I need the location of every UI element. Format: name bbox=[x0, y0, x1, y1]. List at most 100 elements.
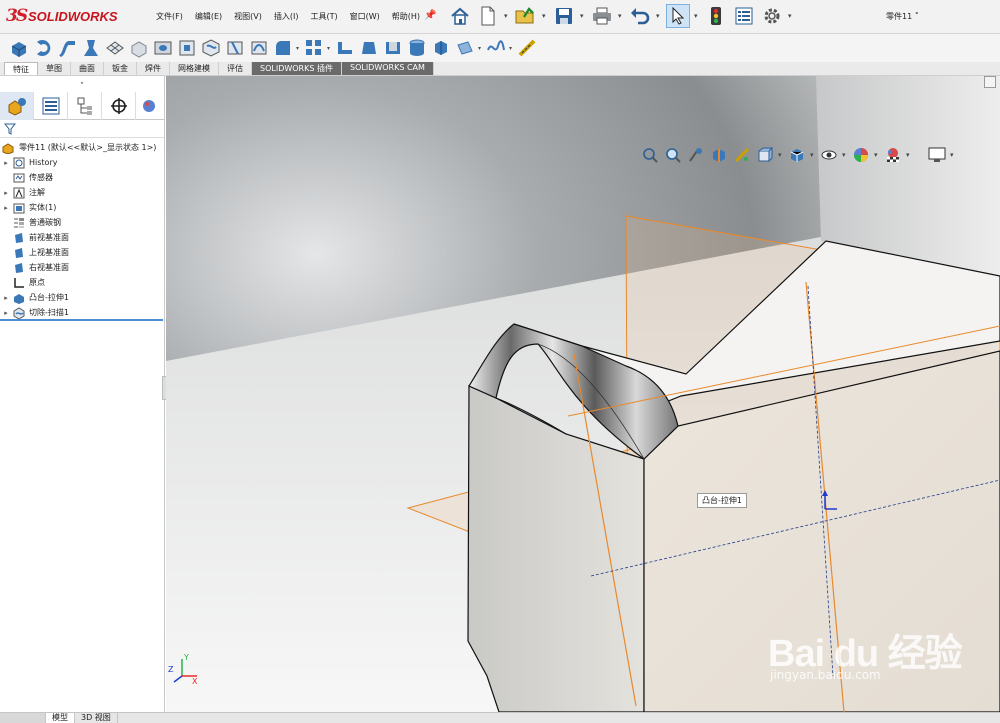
tab-model[interactable]: 模型 bbox=[46, 713, 75, 723]
menu-edit[interactable]: 编辑(E) bbox=[189, 11, 228, 22]
expand-arrow-icon[interactable]: ▸ bbox=[0, 189, 12, 197]
menu-insert[interactable]: 插入(I) bbox=[268, 11, 305, 22]
apply-scene-icon[interactable] bbox=[883, 146, 903, 164]
boundary-cut-icon[interactable] bbox=[248, 37, 270, 59]
curves-icon[interactable] bbox=[485, 37, 507, 59]
tab-surfaces[interactable]: 曲面 bbox=[71, 62, 104, 75]
expand-arrow-icon[interactable]: ▸ bbox=[0, 309, 12, 317]
rib-icon[interactable] bbox=[334, 37, 356, 59]
panel-grip[interactable]: • bbox=[0, 76, 164, 92]
intersect-icon[interactable] bbox=[430, 37, 452, 59]
zoom-area-icon[interactable] bbox=[663, 146, 683, 164]
pattern-dropdown-icon[interactable]: ▾ bbox=[327, 45, 332, 52]
view-settings-icon[interactable] bbox=[927, 146, 947, 164]
orientation-dropdown-icon[interactable]: ▾ bbox=[778, 151, 784, 159]
select-dropdown-icon[interactable]: ▾ bbox=[694, 12, 700, 20]
revolved-boss-icon[interactable] bbox=[32, 37, 54, 59]
reference-dropdown-icon[interactable]: ▾ bbox=[478, 45, 483, 52]
edit-appearance-icon[interactable] bbox=[851, 146, 871, 164]
hide-show-dropdown-icon[interactable]: ▾ bbox=[842, 151, 848, 159]
save-icon[interactable] bbox=[552, 4, 576, 28]
menu-tools[interactable]: 工具(T) bbox=[304, 11, 343, 22]
revolved-cut-icon[interactable] bbox=[176, 37, 198, 59]
previous-view-icon[interactable] bbox=[686, 146, 706, 164]
tree-item-front-plane[interactable]: 前视基准面 bbox=[0, 230, 164, 245]
shell-icon[interactable] bbox=[382, 37, 404, 59]
tab-cam[interactable]: SOLIDWORKS CAM bbox=[341, 62, 434, 75]
view-orientation-icon[interactable] bbox=[755, 146, 775, 164]
tree-item-material[interactable]: 普通碳钢 bbox=[0, 215, 164, 230]
tab-sheet-metal[interactable]: 钣金 bbox=[104, 62, 137, 75]
lofted-cut-icon[interactable] bbox=[224, 37, 246, 59]
tab-weldments[interactable]: 焊件 bbox=[137, 62, 170, 75]
section-view-icon[interactable] bbox=[709, 146, 729, 164]
menu-help[interactable]: 帮助(H) bbox=[386, 11, 426, 22]
print-dropdown-icon[interactable]: ▾ bbox=[618, 12, 624, 20]
hole-wizard-icon[interactable] bbox=[152, 37, 174, 59]
hide-show-icon[interactable] bbox=[819, 146, 839, 164]
new-document-icon[interactable] bbox=[476, 4, 500, 28]
instant3d-icon[interactable] bbox=[516, 37, 538, 59]
document-name[interactable]: 零件11 ˚ bbox=[886, 11, 919, 22]
tree-item-cut-sweep[interactable]: ▸ 切除-扫描1 bbox=[0, 305, 164, 320]
reference-geometry-icon[interactable] bbox=[454, 37, 476, 59]
undo-dropdown-icon[interactable]: ▾ bbox=[656, 12, 662, 20]
view-settings-dropdown-icon[interactable]: ▾ bbox=[950, 151, 956, 159]
zoom-to-fit-icon[interactable] bbox=[640, 146, 660, 164]
filter-icon[interactable] bbox=[4, 123, 16, 135]
feature-manager-icon[interactable] bbox=[0, 92, 34, 120]
tree-item-annotations[interactable]: ▸ 注解 bbox=[0, 185, 164, 200]
save-dropdown-icon[interactable]: ▾ bbox=[580, 12, 586, 20]
tab-sketch[interactable]: 草图 bbox=[38, 62, 71, 75]
expand-arrow-icon[interactable]: ▸ bbox=[0, 294, 12, 302]
pin-menu-icon[interactable]: 📌 bbox=[424, 10, 436, 21]
appearance-dropdown-icon[interactable]: ▾ bbox=[874, 151, 880, 159]
solidworks-logo[interactable]: 3S SOLIDWORKS bbox=[6, 6, 134, 28]
dimxpert-icon[interactable] bbox=[102, 92, 136, 120]
viewport-restore-button[interactable] bbox=[984, 76, 996, 88]
tree-item-top-plane[interactable]: 上视基准面 bbox=[0, 245, 164, 260]
open-icon[interactable] bbox=[514, 4, 538, 28]
file-properties-icon[interactable] bbox=[732, 4, 756, 28]
tree-item-right-plane[interactable]: 右视基准面 bbox=[0, 260, 164, 275]
tree-item-history[interactable]: ▸ History bbox=[0, 155, 164, 170]
fillet-dropdown-icon[interactable]: ▾ bbox=[296, 45, 301, 52]
select-icon[interactable] bbox=[666, 4, 690, 28]
home-icon[interactable] bbox=[448, 4, 472, 28]
linear-pattern-icon[interactable] bbox=[303, 37, 325, 59]
tree-filter[interactable] bbox=[0, 120, 164, 138]
dynamic-annotation-icon[interactable] bbox=[732, 146, 752, 164]
menu-view[interactable]: 视图(V) bbox=[228, 11, 268, 22]
tab-scroll-arrows[interactable] bbox=[0, 713, 46, 723]
swept-boss-icon[interactable] bbox=[56, 37, 78, 59]
rebuild-icon[interactable] bbox=[704, 4, 728, 28]
expand-arrow-icon[interactable]: ▸ bbox=[0, 159, 12, 167]
open-dropdown-icon[interactable]: ▾ bbox=[542, 12, 548, 20]
fillet-icon[interactable] bbox=[272, 37, 294, 59]
model-scene[interactable]: Y X Z bbox=[166, 76, 1000, 712]
swept-cut-icon[interactable] bbox=[200, 37, 222, 59]
graphics-viewport[interactable]: Y X Z ▾ ▾ ▾ ▾ ▾ ▾ 凸台-拉伸1 bbox=[166, 76, 1000, 712]
print-icon[interactable] bbox=[590, 4, 614, 28]
property-manager-icon[interactable] bbox=[34, 92, 68, 120]
tree-root-part[interactable]: 零件11 (默认<<默认>_显示状态 1>) bbox=[0, 140, 164, 155]
display-style-dropdown-icon[interactable]: ▾ bbox=[810, 151, 816, 159]
expand-arrow-icon[interactable]: ▸ bbox=[0, 204, 12, 212]
new-dropdown-icon[interactable]: ▾ bbox=[504, 12, 510, 20]
tree-item-boss-extrude[interactable]: ▸ 凸台-拉伸1 bbox=[0, 290, 164, 305]
boundary-boss-icon[interactable] bbox=[104, 37, 126, 59]
configuration-manager-icon[interactable] bbox=[68, 92, 102, 120]
undo-icon[interactable] bbox=[628, 4, 652, 28]
display-manager-icon[interactable] bbox=[136, 92, 162, 120]
tab-features[interactable]: 特征 bbox=[4, 62, 38, 75]
curves-dropdown-icon[interactable]: ▾ bbox=[509, 45, 514, 52]
tab-evaluate[interactable]: 评估 bbox=[219, 62, 252, 75]
tree-item-solid-bodies[interactable]: ▸ 实体(1) bbox=[0, 200, 164, 215]
options-icon[interactable] bbox=[760, 4, 784, 28]
extruded-cut-icon[interactable] bbox=[128, 37, 150, 59]
draft-icon[interactable] bbox=[358, 37, 380, 59]
display-style-icon[interactable] bbox=[787, 146, 807, 164]
tab-3d-views[interactable]: 3D 视图 bbox=[75, 713, 118, 723]
menu-window[interactable]: 窗口(W) bbox=[344, 11, 386, 22]
tree-item-origin[interactable]: 原点 bbox=[0, 275, 164, 290]
